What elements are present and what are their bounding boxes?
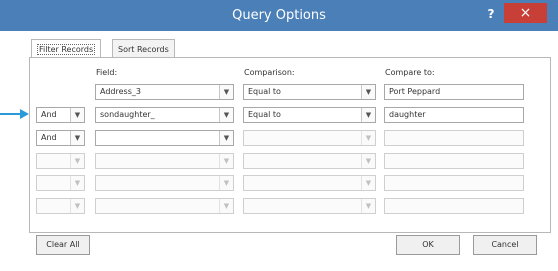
chevron-down-icon: ▼: [219, 154, 233, 168]
field-select[interactable]: sondaughter_ ▼: [95, 107, 234, 123]
help-button[interactable]: ?: [478, 3, 504, 25]
chevron-down-icon: ▼: [219, 199, 233, 213]
chevron-down-icon: ▼: [361, 131, 375, 145]
chevron-down-icon[interactable]: ▼: [219, 108, 233, 122]
comparison-column-label: Comparison:: [244, 68, 295, 77]
chevron-down-icon: ▼: [70, 199, 84, 213]
field-select[interactable]: ▼: [95, 175, 234, 191]
field-select[interactable]: ▼: [95, 153, 234, 169]
conjunction-select[interactable]: ▼: [36, 175, 85, 191]
chevron-down-icon[interactable]: ▼: [219, 85, 233, 99]
chevron-down-icon: ▼: [361, 154, 375, 168]
compare-to-input[interactable]: [384, 175, 524, 191]
compare-to-column-label: Compare to:: [385, 68, 435, 77]
conjunction-select[interactable]: ▼: [36, 153, 85, 169]
conjunction-value: And: [41, 133, 57, 142]
field-select[interactable]: ▼: [95, 198, 234, 214]
comparison-value: Equal to: [248, 110, 281, 119]
comparison-select[interactable]: ▼: [243, 153, 376, 169]
compare-to-input[interactable]: Port Peppard: [384, 84, 524, 100]
chevron-down-icon[interactable]: ▼: [361, 108, 375, 122]
conjunction-select[interactable]: And ▼: [36, 107, 85, 123]
chevron-down-icon: ▼: [361, 176, 375, 190]
field-value: Address_3: [100, 87, 141, 96]
close-button[interactable]: ×: [504, 3, 547, 23]
comparison-select[interactable]: Equal to ▼: [243, 107, 376, 123]
comparison-select[interactable]: ▼: [243, 198, 376, 214]
comparison-select[interactable]: ▼: [243, 130, 376, 146]
chevron-down-icon[interactable]: ▼: [70, 108, 84, 122]
compare-to-input[interactable]: daughter: [384, 107, 524, 123]
tab-filter-records[interactable]: Filter Records: [31, 39, 102, 59]
clear-all-button[interactable]: Clear All: [36, 235, 90, 255]
tab-sort-records[interactable]: Sort Records: [112, 39, 175, 58]
ok-button[interactable]: OK: [396, 235, 460, 255]
chevron-down-icon[interactable]: ▼: [219, 131, 233, 145]
chevron-down-icon: ▼: [70, 176, 84, 190]
compare-to-input[interactable]: [384, 198, 524, 214]
arrow-pointer-icon: [0, 109, 29, 119]
field-value: sondaughter_: [100, 110, 155, 119]
tab-label: Sort Records: [118, 45, 169, 54]
comparison-value: Equal to: [248, 87, 281, 96]
chevron-down-icon: ▼: [361, 199, 375, 213]
field-column-label: Field:: [96, 68, 118, 77]
field-select[interactable]: ▼: [95, 130, 234, 146]
conjunction-value: And: [41, 110, 57, 119]
compare-to-input[interactable]: [384, 153, 524, 169]
chevron-down-icon[interactable]: ▼: [361, 85, 375, 99]
title-bar: Query Options ? ×: [0, 0, 558, 31]
cancel-button[interactable]: Cancel: [473, 235, 537, 255]
chevron-down-icon[interactable]: ▼: [70, 131, 84, 145]
comparison-select[interactable]: ▼: [243, 175, 376, 191]
conjunction-select[interactable]: And ▼: [36, 130, 85, 146]
chevron-down-icon: ▼: [219, 176, 233, 190]
window-title: Query Options: [232, 8, 326, 23]
field-select[interactable]: Address_3 ▼: [95, 84, 234, 100]
tab-label: Filter Records: [37, 44, 96, 55]
conjunction-select[interactable]: ▼: [36, 198, 85, 214]
chevron-down-icon: ▼: [70, 154, 84, 168]
compare-to-input[interactable]: [384, 130, 524, 146]
comparison-select[interactable]: Equal to ▼: [243, 84, 376, 100]
